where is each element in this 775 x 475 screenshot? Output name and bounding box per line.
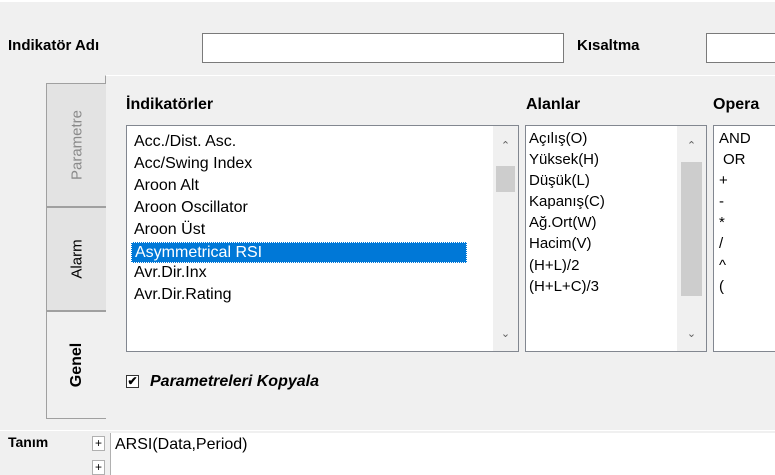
fields-scrollbar[interactable]: ⌃ ⌄	[677, 126, 706, 351]
definition-gutter: + +	[90, 433, 110, 475]
expand-icon[interactable]: +	[92, 460, 105, 475]
tab-parametre-label: Parametre	[68, 109, 85, 181]
tab-alarm-label: Alarm	[68, 239, 85, 279]
indicator-name-input[interactable]	[202, 33, 564, 63]
short-name-input[interactable]	[706, 33, 775, 63]
tab-genel[interactable]: Genel	[46, 311, 106, 419]
list-item[interactable]: Aroon Üst	[127, 221, 518, 239]
expand-icon[interactable]: +	[92, 436, 105, 451]
tab-genel-label: Genel	[67, 342, 85, 388]
list-item[interactable]: OR	[714, 151, 775, 168]
list-item[interactable]: *	[714, 214, 775, 231]
list-item[interactable]: Acc/Swing Index	[127, 155, 518, 173]
indicators-listbox[interactable]: Acc./Dist. Asc. Acc/Swing Index Aroon Al…	[126, 125, 519, 352]
definition-text[interactable]: ARSI(Data,Period)	[115, 436, 248, 454]
list-item[interactable]: Avr.Dir.Inx	[127, 264, 518, 282]
indicators-label: İndikatörler	[126, 96, 214, 113]
list-item[interactable]: /	[714, 235, 775, 252]
definition-label: Tanım	[8, 434, 49, 450]
scroll-down-icon[interactable]: ⌄	[493, 326, 518, 343]
divider	[0, 430, 775, 431]
short-name-label: Kısaltma	[577, 37, 640, 54]
list-item[interactable]: Aroon Oscillator	[127, 199, 518, 217]
scroll-thumb[interactable]	[681, 162, 702, 296]
copy-params-label[interactable]: Parametreleri Kopyala	[150, 373, 319, 391]
checkmark-icon: ✔	[127, 374, 138, 388]
list-item[interactable]: AND	[714, 130, 775, 147]
indicator-name-label: Indikatör Adı	[8, 37, 100, 54]
operators-listbox[interactable]: AND OR + - * / ^ (	[713, 125, 775, 352]
fields-label: Alanlar	[526, 96, 581, 113]
list-item[interactable]: Acc./Dist. Asc.	[127, 133, 518, 151]
list-item[interactable]: Avr.Dir.Rating	[127, 286, 518, 304]
definition-editor[interactable]: ARSI(Data,Period)	[110, 433, 775, 475]
scroll-up-icon[interactable]: ⌃	[493, 138, 518, 155]
list-item[interactable]: +	[714, 172, 775, 189]
operators-label: Opera	[713, 96, 760, 113]
selected-list-item[interactable]: Asymmetrical RSI	[131, 242, 467, 263]
scroll-up-icon[interactable]: ⌃	[677, 138, 706, 155]
copy-params-checkbox[interactable]: ✔	[126, 375, 139, 388]
scroll-down-icon[interactable]: ⌄	[677, 326, 706, 343]
scroll-thumb[interactable]	[496, 166, 515, 192]
list-item[interactable]: -	[714, 193, 775, 210]
window-top-edge	[0, 0, 775, 2]
tab-parametre[interactable]: Parametre	[46, 83, 106, 207]
list-item[interactable]: ^	[714, 257, 775, 274]
indicators-scrollbar[interactable]: ⌃ ⌄	[493, 126, 518, 351]
list-item[interactable]: Aroon Alt	[127, 177, 518, 195]
list-item[interactable]: (	[714, 278, 775, 295]
fields-listbox[interactable]: Açılış(O) Yüksek(H) Düşük(L) Kapanış(C) …	[525, 125, 707, 352]
tab-alarm[interactable]: Alarm	[46, 207, 106, 311]
